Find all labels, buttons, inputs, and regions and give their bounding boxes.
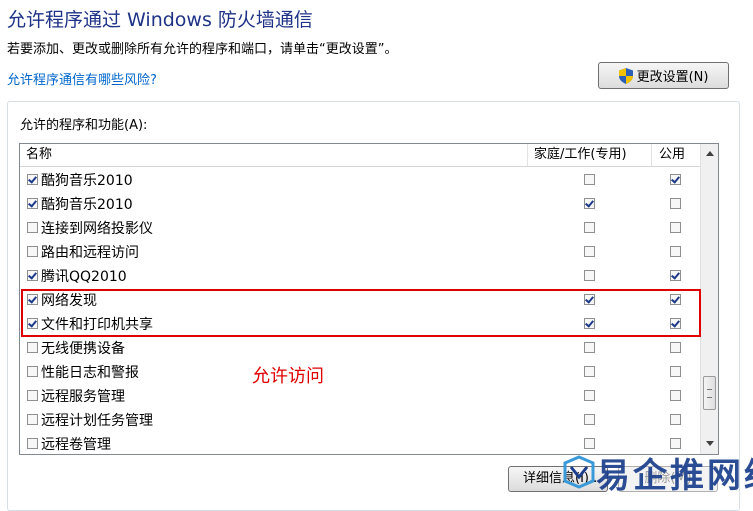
list-item[interactable]: 酷狗音乐2010 xyxy=(20,191,700,215)
program-enabled-checkbox[interactable] xyxy=(27,390,38,401)
program-enabled-checkbox[interactable] xyxy=(27,414,38,425)
home-work-checkbox[interactable] xyxy=(584,366,595,377)
public-checkbox[interactable] xyxy=(670,342,681,353)
program-enabled-checkbox[interactable] xyxy=(27,222,38,233)
list-item[interactable]: 网络发现 xyxy=(20,287,700,311)
page-subtitle: 若要添加、更改或删除所有允许的程序和端口，请单击“更改设置”。 xyxy=(7,42,398,57)
list-item[interactable]: 远程卷管理 xyxy=(20,431,700,454)
column-header-public[interactable]: 公用 xyxy=(659,144,685,166)
column-header-home[interactable]: 家庭/工作(专用) xyxy=(534,144,627,166)
home-work-checkbox[interactable] xyxy=(584,294,595,305)
program-name: 网络发现 xyxy=(41,293,97,309)
program-enabled-checkbox[interactable] xyxy=(27,270,38,281)
public-checkbox[interactable] xyxy=(670,246,681,257)
column-divider xyxy=(651,144,652,166)
list-item[interactable]: 远程计划任务管理 xyxy=(20,407,700,431)
vertical-scrollbar[interactable] xyxy=(700,144,718,454)
home-work-checkbox[interactable] xyxy=(584,222,595,233)
home-work-checkbox[interactable] xyxy=(584,246,595,257)
list-item[interactable]: 腾讯QQ2010 xyxy=(20,263,700,287)
program-name: 性能日志和警报 xyxy=(41,365,139,381)
details-button[interactable]: 详细信息(I)... xyxy=(508,466,608,492)
public-checkbox[interactable] xyxy=(670,198,681,209)
program-enabled-checkbox[interactable] xyxy=(27,318,38,329)
program-name: 路由和远程访问 xyxy=(41,245,139,261)
list-item[interactable]: 无线便携设备 xyxy=(20,335,700,359)
scroll-down-icon[interactable] xyxy=(706,441,714,446)
program-enabled-checkbox[interactable] xyxy=(27,438,38,449)
public-checkbox[interactable] xyxy=(670,390,681,401)
program-enabled-checkbox[interactable] xyxy=(27,366,38,377)
home-work-checkbox[interactable] xyxy=(584,414,595,425)
program-name: 连接到网络投影仪 xyxy=(41,221,153,237)
program-name: 远程服务管理 xyxy=(41,389,125,405)
public-checkbox[interactable] xyxy=(670,438,681,449)
home-work-checkbox[interactable] xyxy=(584,270,595,281)
uac-shield-icon xyxy=(618,67,633,84)
program-enabled-checkbox[interactable] xyxy=(27,294,38,305)
public-checkbox[interactable] xyxy=(670,414,681,425)
home-work-checkbox[interactable] xyxy=(584,174,595,185)
public-checkbox[interactable] xyxy=(670,294,681,305)
program-name: 酷狗音乐2010 xyxy=(41,197,133,213)
list-item[interactable]: 文件和打印机共享 xyxy=(20,311,700,335)
risk-help-link[interactable]: 允许程序通信有哪些风险? xyxy=(7,69,157,88)
program-name: 远程卷管理 xyxy=(41,437,111,453)
home-work-checkbox[interactable] xyxy=(584,198,595,209)
program-name: 无线便携设备 xyxy=(41,341,125,357)
program-enabled-checkbox[interactable] xyxy=(27,198,38,209)
allowed-programs-list[interactable]: 名称 家庭/工作(专用) 公用 酷狗音乐2010 酷狗音乐2010 连接到网络投影仪… xyxy=(19,143,719,455)
program-name: 腾讯QQ2010 xyxy=(41,269,127,285)
page-title: 允许程序通过 Windows 防火墙通信 xyxy=(7,9,313,31)
column-divider xyxy=(527,144,528,166)
scroll-up-icon[interactable] xyxy=(706,151,714,156)
change-settings-button[interactable]: 更改设置(N) xyxy=(598,62,729,89)
program-name: 酷狗音乐2010 xyxy=(41,173,133,189)
list-item[interactable]: 远程服务管理 xyxy=(20,383,700,407)
program-enabled-checkbox[interactable] xyxy=(27,174,38,185)
list-item[interactable]: 路由和远程访问 xyxy=(20,239,700,263)
list-item[interactable]: 性能日志和警报 xyxy=(20,359,700,383)
public-checkbox[interactable] xyxy=(670,222,681,233)
allowed-programs-label: 允许的程序和功能(A): xyxy=(20,118,148,133)
column-header-name[interactable]: 名称 xyxy=(26,144,52,166)
list-header: 名称 家庭/工作(专用) 公用 xyxy=(20,144,700,167)
home-work-checkbox[interactable] xyxy=(584,318,595,329)
list-item[interactable]: 连接到网络投影仪 xyxy=(20,215,700,239)
public-checkbox[interactable] xyxy=(670,318,681,329)
program-enabled-checkbox[interactable] xyxy=(27,342,38,353)
home-work-checkbox[interactable] xyxy=(584,342,595,353)
home-work-checkbox[interactable] xyxy=(584,390,595,401)
program-name: 远程计划任务管理 xyxy=(41,413,153,429)
annotation-text: 允许访问 xyxy=(252,366,324,387)
list-rows: 酷狗音乐2010 酷狗音乐2010 连接到网络投影仪 路由和远程访问 腾讯QQ2010 网… xyxy=(20,167,700,454)
program-enabled-checkbox[interactable] xyxy=(27,246,38,257)
delete-button: 删除(M) xyxy=(618,466,718,492)
list-item[interactable]: 酷狗音乐2010 xyxy=(20,167,700,191)
public-checkbox[interactable] xyxy=(670,174,681,185)
change-settings-label: 更改设置(N) xyxy=(636,70,709,85)
program-name: 文件和打印机共享 xyxy=(41,317,153,333)
public-checkbox[interactable] xyxy=(670,270,681,281)
scroll-thumb[interactable] xyxy=(703,376,716,410)
home-work-checkbox[interactable] xyxy=(584,438,595,449)
public-checkbox[interactable] xyxy=(670,366,681,377)
